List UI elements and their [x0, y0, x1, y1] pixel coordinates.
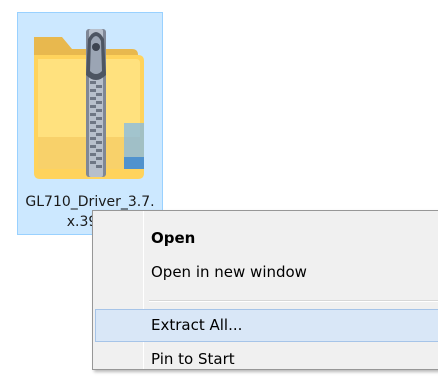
menu-item-label: Open in new window	[151, 263, 307, 281]
zip-folder-icon	[34, 29, 144, 179]
menu-item-label: Pin to Start	[151, 350, 235, 368]
menu-separator	[149, 300, 438, 302]
context-menu: Open Open in new window Extract All... P…	[92, 210, 438, 370]
menu-item-label: Open	[151, 229, 196, 247]
menu-item-open[interactable]: Open	[95, 222, 438, 255]
selected-file-item[interactable]: GL710_Driver_3.7. x.39_2	[17, 12, 163, 235]
menu-item-label: Extract All...	[151, 316, 243, 334]
menu-item-open-in-new-window[interactable]: Open in new window	[95, 256, 438, 289]
menu-item-extract-all[interactable]: Extract All...	[95, 309, 438, 342]
